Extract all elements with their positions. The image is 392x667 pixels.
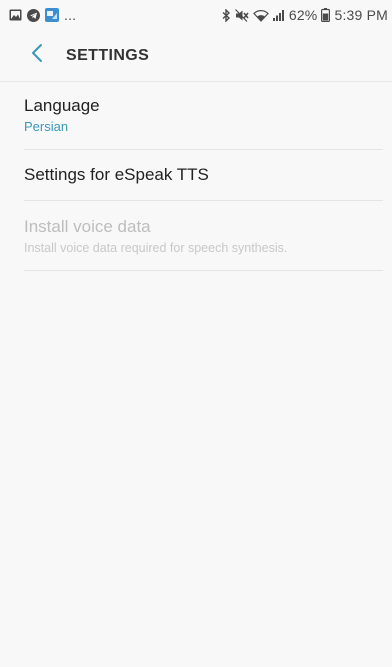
app-notification-icon bbox=[45, 8, 59, 22]
setting-espeak-tts[interactable]: Settings for eSpeak TTS bbox=[24, 150, 383, 201]
setting-espeak-tts-title: Settings for eSpeak TTS bbox=[24, 165, 209, 184]
setting-language-title: Language bbox=[24, 96, 100, 115]
setting-language[interactable]: Language Persian bbox=[24, 82, 383, 150]
settings-screen: ... 62% 5:39 PM SETTINGS Language Persia… bbox=[0, 0, 392, 667]
status-bar: ... 62% 5:39 PM bbox=[0, 0, 392, 30]
status-bar-system: 62% 5:39 PM bbox=[222, 7, 388, 23]
app-bar: SETTINGS bbox=[0, 30, 392, 82]
setting-install-voice-summary: Install voice data required for speech s… bbox=[24, 241, 288, 255]
status-bar-notifications: ... bbox=[9, 7, 76, 23]
setting-install-voice-title: Install voice data bbox=[24, 217, 151, 236]
mute-icon bbox=[234, 8, 249, 22]
telegram-icon bbox=[27, 8, 40, 22]
battery-icon bbox=[321, 8, 331, 22]
back-button[interactable] bbox=[19, 38, 55, 74]
image-icon bbox=[9, 9, 22, 21]
battery-percent: 62% bbox=[288, 7, 318, 23]
more-notifications-indicator: ... bbox=[64, 7, 77, 23]
status-time: 5:39 PM bbox=[334, 7, 388, 23]
bluetooth-icon bbox=[222, 8, 231, 22]
setting-language-value: Persian bbox=[24, 119, 69, 134]
chevron-left-icon bbox=[30, 43, 44, 68]
page-title: SETTINGS bbox=[66, 46, 150, 64]
wifi-icon bbox=[252, 9, 269, 22]
settings-list: Language Persian Settings for eSpeak TTS… bbox=[24, 82, 383, 271]
setting-install-voice-data: Install voice data Install voice data re… bbox=[24, 201, 383, 271]
signal-icon bbox=[272, 9, 285, 21]
